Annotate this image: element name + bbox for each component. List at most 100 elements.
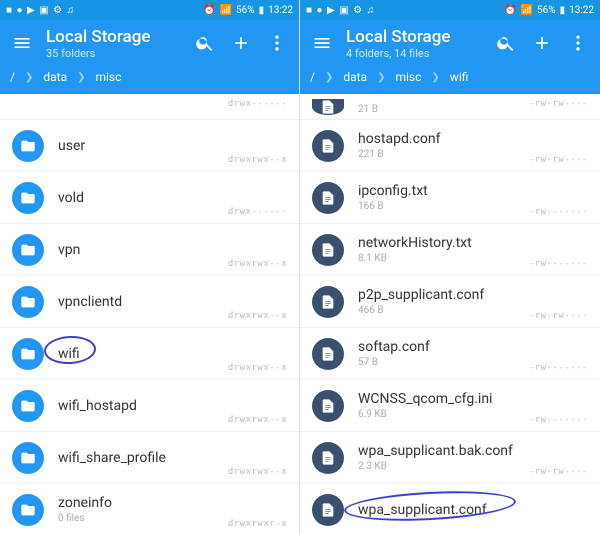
item-name: vold [58,190,228,206]
item-name: wifi_share_profile [58,450,228,466]
item-size: 221 B [358,149,529,160]
list-item[interactable]: wifi_share_profiledrwxrwx--x [0,432,299,484]
list-item[interactable]: wpa_supplicant.conf [300,484,600,533]
list-item[interactable]: softap.conf57 B-rw------- [300,328,600,380]
menu-button[interactable] [304,25,340,61]
search-button[interactable] [488,25,524,61]
file-icon [312,338,344,370]
item-name: wifi [58,346,228,362]
list-item[interactable]: networkHistory.txt8.1 KB-rw------- [300,224,600,276]
file-list[interactable]: drwx------userdrwxrwx--xvolddrwx------vp… [0,94,299,533]
item-name: networkHistory.txt [358,235,529,251]
item-permissions: drwxrwx--x [228,363,287,373]
row-text: WCNSS_qcom_cfg.ini6.9 KB [358,391,529,420]
overflow-button[interactable] [259,25,295,61]
menu-button[interactable] [4,25,40,61]
item-name: user [58,138,228,154]
breadcrumb[interactable]: / ❯ data ❯ misc [0,66,299,94]
list-item[interactable]: hostapd.conf221 B-rw-rw---- [300,120,600,172]
chevron-right-icon: ❯ [431,72,439,83]
pane-right: ■ ● ▶ ▣ ⚙ ♫ ⏰ 📶 56% ▮ 13:22 Local Storag… [300,0,600,533]
item-name: zoneinfo [58,495,228,511]
item-name: wpa_supplicant.conf [358,502,588,518]
item-permissions: -rw-rw---- [529,155,588,165]
breadcrumb[interactable]: / ❯ data ❯ misc ❯ wifi [300,66,600,94]
item-size: 166 B [358,201,529,212]
file-icon [312,99,344,115]
item-permissions: -rw-rw---- [529,467,588,477]
crumb-data[interactable]: data [343,70,367,84]
row-text: vpnclientd [58,294,228,310]
item-name: p2p_supplicant.conf [358,287,529,303]
hamburger-icon [12,33,32,53]
crumb-wifi[interactable]: wifi [450,70,469,84]
list-item[interactable]: wifidrwxrwx--x [0,328,299,380]
item-permissions: drwxrwx--x [228,259,287,269]
item-permissions: -rw-rw---- [529,99,588,109]
item-name: wifi_hostapd [58,398,228,414]
crumb-misc[interactable]: misc [95,70,121,84]
status-left-icons: ■ ● ▶ ▣ ⚙ ♫ [6,5,75,16]
list-item[interactable]: 21 B-rw-rw---- [300,94,600,120]
crumb-root[interactable]: / [10,70,15,84]
more-vert-icon [568,33,588,53]
chevron-right-icon: ❯ [377,72,385,83]
pane-left: ■ ● ▶ ▣ ⚙ ♫ ⏰ 📶 56% ▮ 13:22 Local Storag… [0,0,300,533]
list-item[interactable]: wifi_hostapddrwxrwx--x [0,380,299,432]
add-button[interactable] [223,25,259,61]
folder-icon [12,442,44,474]
crumb-misc[interactable]: misc [395,70,421,84]
signal-icon: 📶 [521,5,533,16]
plus-icon [532,33,552,53]
list-item[interactable]: userdrwxrwx--x [0,120,299,172]
status-left-icons: ■ ● ▶ ▣ ⚙ ♫ [306,5,375,16]
row-text: wpa_supplicant.bak.conf2.3 KB [358,443,529,472]
file-list[interactable]: 21 B-rw-rw----hostapd.conf221 B-rw-rw---… [300,94,600,533]
list-item[interactable]: volddrwx------ [0,172,299,224]
page-title: Local Storage [346,27,488,47]
folder-icon [12,494,44,526]
list-item[interactable]: WCNSS_qcom_cfg.ini6.9 KB-rw------- [300,380,600,432]
crumb-data[interactable]: data [43,70,67,84]
list-item[interactable]: vpndrwxrwx--x [0,224,299,276]
overflow-button[interactable] [560,25,596,61]
row-text: wifi_hostapd [58,398,228,414]
row-text: vold [58,190,228,206]
file-icon [312,494,344,526]
screenshot-pair: ■ ● ▶ ▣ ⚙ ♫ ⏰ 📶 56% ▮ 13:22 Local Storag… [0,0,600,533]
list-item[interactable]: drwx------ [0,94,299,120]
row-text: hostapd.conf221 B [358,131,529,160]
item-size: 57 B [358,357,529,368]
item-permissions: drwxrwx--x [228,467,287,477]
page-subtitle: 35 folders [46,47,187,60]
list-item[interactable]: wpa_supplicant.bak.conf2.3 KB-rw-rw---- [300,432,600,484]
chevron-right-icon: ❯ [77,72,85,83]
alarm-icon: ⏰ [504,5,516,16]
item-permissions: -rw-rw---- [529,311,588,321]
item-permissions: -rw------- [529,415,588,425]
item-name: wpa_supplicant.bak.conf [358,443,529,459]
search-button[interactable] [187,25,223,61]
row-text: ipconfig.txt 166 B [358,183,529,212]
list-item[interactable]: zoneinfo0 filesdrwxrwxr-x [0,484,299,533]
file-icon [312,390,344,422]
status-bar: ■ ● ▶ ▣ ⚙ ♫ ⏰ 📶 56% ▮ 13:22 [0,0,299,20]
add-button[interactable] [524,25,560,61]
crumb-root[interactable]: / [310,70,315,84]
file-icon [312,286,344,318]
item-size: 466 B [358,305,529,316]
list-item[interactable]: p2p_supplicant.conf 466 B-rw-rw---- [300,276,600,328]
item-permissions: -rw------- [529,207,588,217]
row-text: networkHistory.txt8.1 KB [358,235,529,264]
list-item[interactable]: ipconfig.txt 166 B-rw------- [300,172,600,224]
status-time: 13:22 [569,5,594,16]
list-item[interactable]: vpnclientddrwxrwx--x [0,276,299,328]
folder-icon [12,130,44,162]
status-time: 13:22 [268,5,293,16]
page-title: Local Storage [46,27,187,47]
file-icon [312,130,344,162]
file-icon [312,234,344,266]
battery-icon: ▮ [560,5,566,16]
item-name: ipconfig.txt [358,183,529,199]
row-text: wifi_share_profile [58,450,228,466]
